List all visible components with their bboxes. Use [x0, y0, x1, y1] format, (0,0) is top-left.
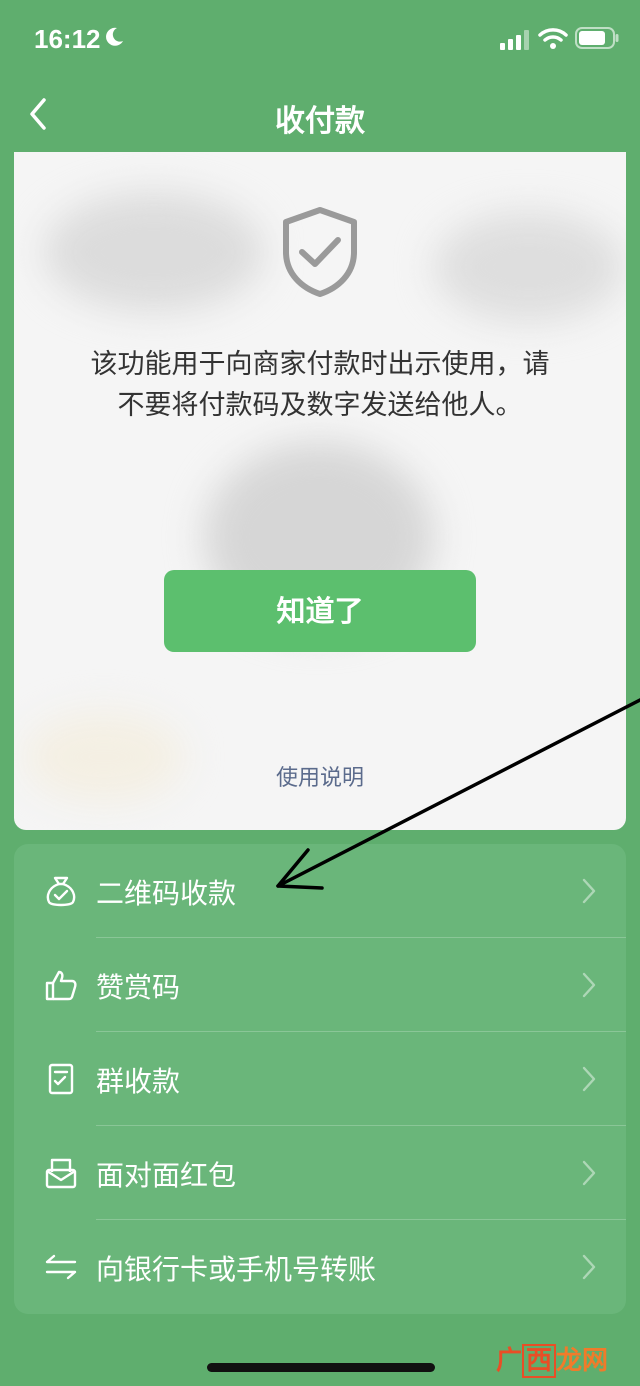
menu-item-label: 群收款	[96, 1065, 181, 1098]
battery-icon	[575, 27, 619, 49]
usage-instructions-link[interactable]: 使用说明	[14, 760, 626, 792]
chevron-right-icon	[582, 1066, 596, 1092]
red-packet-icon	[45, 1158, 77, 1189]
money-bag-icon	[46, 876, 76, 907]
watermark-logo: 广西龙网	[495, 1340, 608, 1378]
got-it-button[interactable]: 知道了	[164, 570, 476, 652]
payment-menu: 二维码收款 赞赏码 群收款 面对面红包 向银行卡或手机号转账	[14, 844, 626, 1314]
group-bill-icon	[48, 1063, 74, 1095]
transfer-icon	[45, 1254, 77, 1280]
security-notice: 该功能用于向商家付款时出示使用，请 不要将付款码及数字发送给他人。	[54, 344, 586, 426]
chevron-right-icon	[582, 972, 596, 998]
chevron-right-icon	[582, 878, 596, 904]
blurred-area	[44, 192, 264, 312]
menu-item-appreciation-code[interactable]: 赞赏码	[14, 938, 626, 1032]
page-title: 收付款	[275, 104, 365, 139]
menu-item-label: 赞赏码	[96, 971, 181, 1004]
menu-item-qr-receive[interactable]: 二维码收款	[14, 844, 626, 938]
watermark-part: 龙网	[555, 1346, 608, 1376]
thumbs-up-icon	[45, 970, 77, 1001]
security-notice-line: 该功能用于向商家付款时出示使用，请	[90, 349, 550, 380]
nav-bar: 收付款	[0, 80, 640, 146]
security-notice-line: 不要将付款码及数字发送给他人。	[117, 390, 523, 421]
menu-item-bank-transfer[interactable]: 向银行卡或手机号转账	[14, 1220, 626, 1314]
chevron-right-icon	[582, 1160, 596, 1186]
moon-icon	[106, 27, 123, 46]
menu-item-group-collection[interactable]: 群收款	[14, 1032, 626, 1126]
shield-check-icon	[283, 207, 357, 297]
menu-item-label: 面对面红包	[96, 1159, 237, 1192]
home-indicator	[207, 1363, 435, 1372]
watermark-part: 西	[521, 1344, 556, 1378]
cellular-signal-icon	[500, 30, 529, 50]
watermark-part: 广	[495, 1346, 522, 1376]
menu-item-label: 向银行卡或手机号转账	[96, 1253, 377, 1286]
chevron-right-icon	[582, 1254, 596, 1280]
status-time: 16:12	[34, 24, 101, 54]
blurred-area	[434, 212, 624, 322]
menu-item-face-to-face-red-packet[interactable]: 面对面红包	[14, 1126, 626, 1220]
payment-code-card: 该功能用于向商家付款时出示使用，请 不要将付款码及数字发送给他人。 知道了 使用…	[14, 152, 626, 830]
menu-item-label: 二维码收款	[96, 877, 237, 910]
status-bar: 16:12	[0, 0, 640, 80]
wifi-icon	[538, 28, 568, 49]
